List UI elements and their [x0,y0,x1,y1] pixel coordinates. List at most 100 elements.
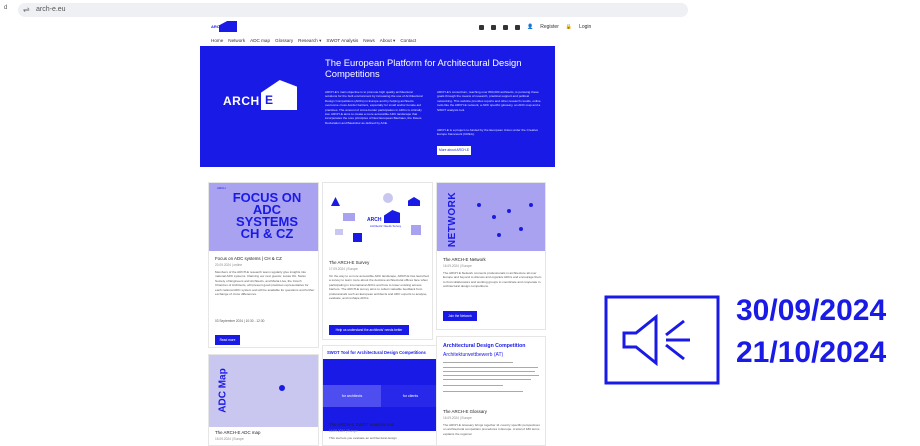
hero-logo-e: E [265,93,274,107]
nav-glossary[interactable]: Glossary [275,38,293,44]
header-icons: 👤 Register 🔒 Login [479,23,591,31]
youtube-icon[interactable] [503,24,508,30]
decor-shape [383,193,393,203]
map-dot [519,227,523,231]
card-meta: 20.09.2024 | online [215,263,243,267]
card-meta: 17.09.2024 | Europe [329,267,358,271]
text-line [443,379,531,380]
decor-shape [335,229,343,235]
card-title[interactable]: The ARCH-E SWOT analysis tool [329,422,394,427]
news-card-swot: SWOT Tool for Architectural Design Compe… [322,345,440,446]
site-logo-house-icon [219,21,237,32]
card-event-date: 03 September 2024 | 10:30 - 12:30 [215,319,265,323]
adc-map-card-image[interactable]: ADC Map [209,355,318,427]
map-dot [507,209,511,213]
house-icon [384,210,400,223]
map-dot [529,203,533,207]
site-info-icon[interactable]: ⇌ [23,5,30,14]
map-dot [492,215,496,219]
nav-research[interactable]: Research ▾ [298,38,321,44]
twitter-icon[interactable] [479,24,484,30]
survey-logo-subtitle: Architects' Needs Survey [370,224,402,228]
date-start: 30/09/2024 [736,294,887,327]
read-more-button[interactable]: Read more [215,335,240,345]
focus-image-logo: ARCH [217,186,226,190]
map-image-heading: ADC Map [217,368,229,413]
map-pin-icon [279,385,285,391]
text-line [443,375,539,376]
card-meta: 16.09.2024 | Europe [329,429,358,433]
text-line [443,371,535,372]
text-line [443,362,513,363]
card-text: The ARCH-E Network connects professional… [443,271,542,289]
card-text: On the way to a more accessible ADC land… [329,274,429,301]
decor-shape [408,197,420,206]
swot-card-image[interactable]: for architects for clients [323,359,440,431]
news-card-survey: ARCH Architects' Needs Survey The ARCH-E… [322,182,433,340]
browser-menu-letter[interactable]: d [4,5,7,11]
nav-about[interactable]: About ▾ [380,38,396,44]
card-meta: 16.09.2024 | Europe [443,416,472,420]
card-title[interactable]: The ARCH-E Survey [329,260,369,265]
text-line [443,385,503,386]
swot-for-clients[interactable]: for clients [381,385,440,407]
announcement-dates: 30/09/2024 21/10/2024 [736,290,886,374]
network-card-image[interactable]: NETWORK [437,183,545,251]
card-text: Members of the ARCH-E research team regu… [215,270,315,297]
address-url[interactable]: arch-e.eu [36,6,66,13]
login-link[interactable]: Login [579,24,591,30]
card-meta: 15.09.2024 | Europe [215,437,244,441]
swot-for-architects[interactable]: for architects [323,385,381,407]
card-meta: 16.09.2024 | Europe [443,264,472,268]
nav-home[interactable]: Home [211,38,223,44]
join-network-button[interactable]: Join the Network [443,311,477,321]
card-title[interactable]: Focus on ADC systems | CH & CZ [215,256,282,261]
nav-news[interactable]: News [363,38,375,44]
card-title[interactable]: The ARCH-E ADC map [215,430,260,435]
hero-funding-text: ARCH-E is a project co-funded by the Eur… [437,128,539,137]
instagram-icon[interactable] [491,24,496,30]
address-bar[interactable]: ⇌ arch-e.eu [18,3,688,17]
decor-shape [331,197,340,206]
decor-shape [343,213,355,221]
focus-card-image[interactable]: ARCH FOCUS ON ADC SYSTEMS CH & CZ [209,183,318,251]
glossary-header: Architectural Design Competition [443,343,526,349]
survey-card-image[interactable]: ARCH Architects' Needs Survey [323,183,432,251]
focus-image-heading: FOCUS ON ADC SYSTEMS CH & CZ [232,190,302,241]
news-card-network: NETWORK The ARCH-E Network 16.09.2024 | … [436,182,546,330]
network-image-heading: NETWORK [447,191,459,248]
hero-title: The European Platform for Architectural … [325,57,522,79]
speaker-icon [604,295,720,385]
hero-logo-arch: ARCH [223,94,260,108]
nav-network[interactable]: Network [228,38,245,44]
hero-banner: ARCH E The European Platform for Archite… [200,46,555,167]
linkedin-icon[interactable] [515,24,520,30]
decor-shape [411,225,421,235]
survey-logo: ARCH Architects' Needs Survey [367,208,403,228]
card-title[interactable]: The ARCH-E Network [443,257,486,262]
card-title[interactable]: The ARCH-E Glossary [443,409,487,414]
register-link[interactable]: Register [540,24,559,30]
survey-logo-text: ARCH [367,217,382,223]
arch-e-logo: ARCH E [223,80,298,122]
decor-shape [353,233,362,242]
user-plus-icon: 👤 [527,24,534,30]
glossary-subheader: Architekturwettbewerb (AT) [443,352,504,358]
survey-help-button[interactable]: Help us understand the architects' needs… [329,325,409,335]
nav-contact[interactable]: Contact [400,38,416,44]
hero-intro-text: ARCH-E's main objective is to promote hi… [325,90,423,125]
swot-header: SWOT Tool for Architectural Design Compe… [327,350,426,355]
card-text: This tool lets you evaluate an architect… [329,436,397,440]
news-card-glossary: Architectural Design Competition Archite… [436,336,546,446]
nav-adc-map[interactable]: ADC map [250,38,270,44]
map-dot [497,233,501,237]
browser-toolbar: d ⇌ arch-e.eu [0,0,920,22]
lock-icon: 🔒 [565,24,573,30]
site-logo[interactable]: ARCH [211,21,237,32]
date-end: 21/10/2024 [736,336,887,369]
more-about-button[interactable]: More about ARCH-E [437,146,471,155]
hero-consortium-text: ARCH-E's consortium, reaching over 860,0… [437,90,541,112]
news-card-focus: ARCH FOCUS ON ADC SYSTEMS CH & CZ Focus … [208,182,319,348]
nav-swot-analysis[interactable]: SWOT Analysis [326,38,358,44]
text-line [443,367,538,368]
